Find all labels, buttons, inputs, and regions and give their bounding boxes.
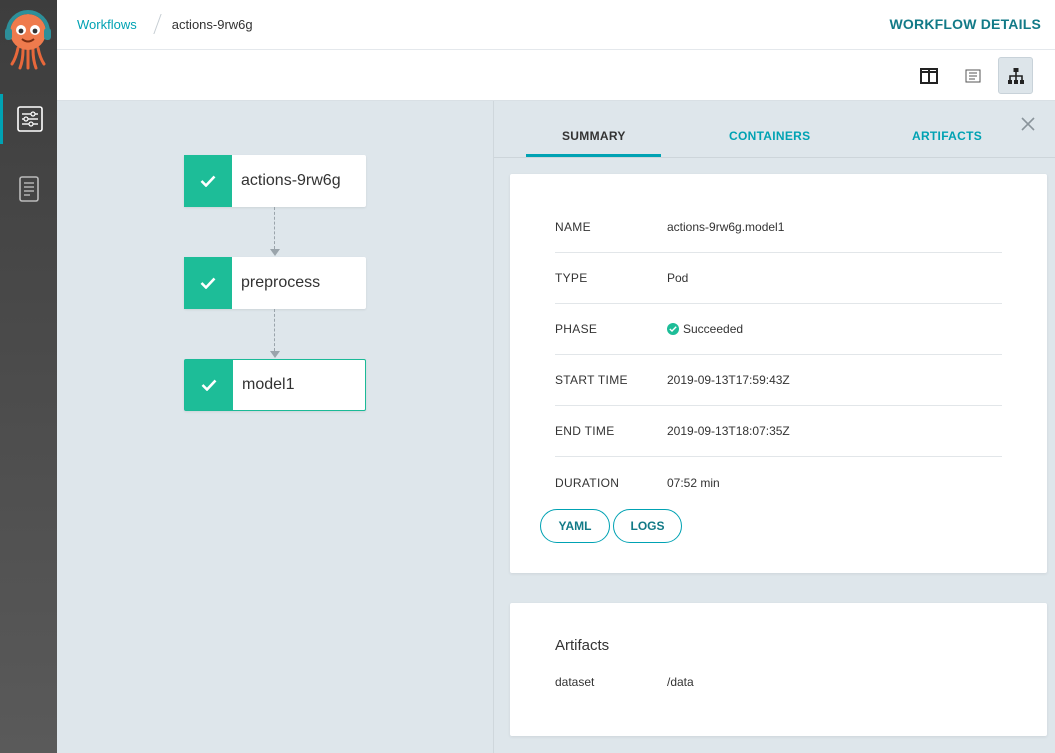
close-icon [1021,117,1035,131]
tree-view-icon [1007,67,1024,84]
node-label: model1 [242,376,295,393]
summary-row-phase: PHASE Succeeded [555,304,1002,355]
summary-row-type: TYPE Pod [555,253,1002,304]
breadcrumb: Workflows actions-9rw6g [77,0,253,48]
row-value: 2019-09-13T17:59:43Z [667,373,790,387]
summary-row-name: NAME actions-9rw6g.model1 [555,202,1002,253]
page-title: WORKFLOW DETAILS [889,16,1041,32]
workflow-graph: actions-9rw6g preprocess model1 [57,101,493,753]
details-tabs: SUMMARY CONTAINERS ARTIFACTS [494,101,1055,158]
row-key: PHASE [555,322,598,336]
close-panel-button[interactable] [1019,115,1037,133]
artifacts-title: Artifacts [555,637,610,654]
docs-icon [18,176,39,202]
row-value: Pod [667,271,689,285]
artifacts-card: Artifacts dataset /data [510,603,1047,736]
workflows-icon [17,106,43,132]
sidebar [0,0,57,753]
active-tab-indicator [526,154,661,157]
node-label: preprocess [241,274,321,291]
tree-view-button[interactable] [998,57,1033,94]
arrow-down-icon [270,351,280,358]
view-toolbar [57,50,1055,101]
success-check-icon [184,155,232,207]
row-value: 07:52 min [667,475,720,490]
row-value: actions-9rw6g.model1 [667,220,785,234]
logs-button[interactable]: LOGS [613,509,682,543]
graph-node-actions-9rw6g[interactable]: actions-9rw6g [184,155,366,207]
row-value: 2019-09-13T18:07:35Z [667,424,790,438]
graph-edge [274,309,275,351]
top-header: Workflows actions-9rw6g WORKFLOW DETAILS [57,0,1055,50]
breadcrumb-current: actions-9rw6g [171,16,253,32]
row-key: END TIME [555,424,615,438]
split-view-icon [919,67,938,84]
list-view-button[interactable] [955,57,990,94]
row-key: START TIME [555,373,628,387]
success-check-icon [184,257,232,309]
tab-summary[interactable]: SUMMARY [562,129,626,143]
row-key: TYPE [555,271,588,285]
arrow-down-icon [270,249,280,256]
summary-row-start-time: START TIME 2019-09-13T17:59:43Z [555,355,1002,406]
row-key: DURATION [555,475,620,490]
artifact-name: dataset [555,675,595,689]
node-label: actions-9rw6g [241,172,341,189]
summary-row-duration: DURATION 07:52 min [555,457,1002,508]
split-view-button[interactable] [911,57,946,94]
summary-row-end-time: END TIME 2019-09-13T18:07:35Z [555,406,1002,457]
success-check-icon [185,360,233,410]
artifact-row: dataset /data [555,675,694,689]
tab-containers[interactable]: CONTAINERS [729,129,810,143]
graph-node-preprocess[interactable]: preprocess [184,257,366,309]
artifact-path: /data [667,675,694,689]
sidebar-item-docs[interactable] [0,164,57,214]
node-details-panel: SUMMARY CONTAINERS ARTIFACTS NAME action… [493,101,1055,753]
row-key: NAME [555,220,591,234]
row-value-phase: Succeeded [667,322,743,336]
graph-edge [274,207,275,249]
yaml-button[interactable]: YAML [540,509,610,543]
argo-logo-icon[interactable] [4,8,52,70]
graph-node-model1[interactable]: model1 [184,359,366,411]
breadcrumb-separator [153,14,162,34]
sidebar-item-workflows[interactable] [0,94,57,144]
list-view-icon [965,69,980,82]
breadcrumb-workflows-link[interactable]: Workflows [77,17,137,32]
phase-text: Succeeded [683,322,744,336]
tab-artifacts[interactable]: ARTIFACTS [912,129,982,143]
success-status-icon [667,323,679,335]
summary-card: NAME actions-9rw6g.model1 TYPE Pod PHASE… [510,174,1047,573]
